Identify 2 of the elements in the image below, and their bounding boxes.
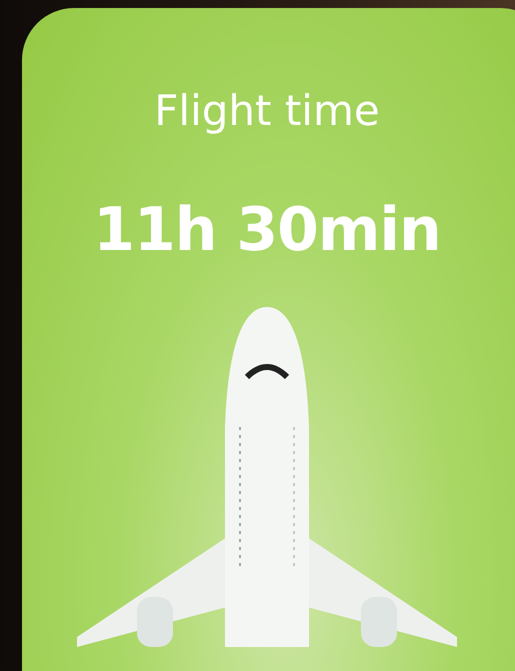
card-title: Flight time <box>154 86 380 135</box>
flight-duration: 11h 30min <box>93 195 441 265</box>
